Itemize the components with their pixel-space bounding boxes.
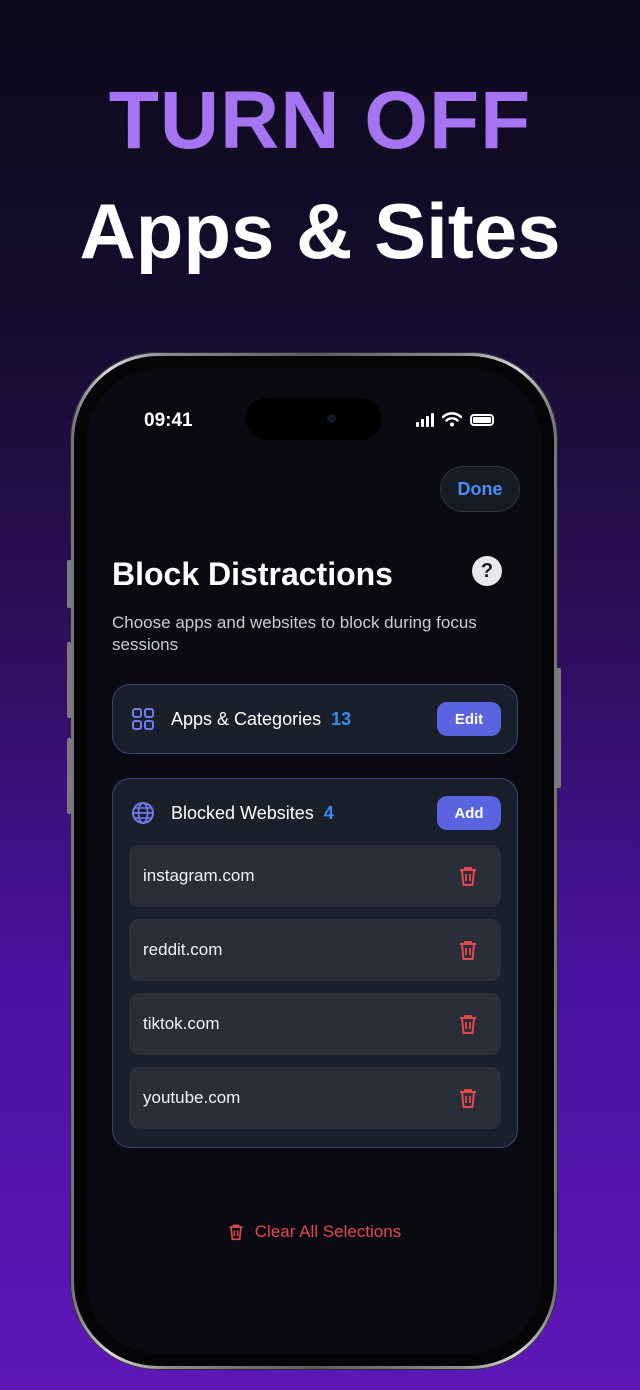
grid-icon (131, 707, 155, 731)
trash-icon[interactable] (457, 865, 479, 887)
help-button[interactable]: ? (472, 556, 502, 586)
phone-screen: 09:41 Done Block Distractions ? Choose a… (86, 368, 542, 1354)
apps-count-badge: 13 (331, 708, 352, 729)
dynamic-island (246, 398, 382, 440)
clear-all-button[interactable]: Clear All Selections (86, 1222, 542, 1242)
add-website-button[interactable]: Add (437, 796, 501, 830)
page-title: Block Distractions (112, 556, 393, 592)
clear-all-label: Clear All Selections (254, 1222, 402, 1241)
website-domain: instagram.com (143, 866, 255, 885)
apps-categories-row[interactable]: Apps & Categories 13 Edit (113, 685, 517, 753)
trash-icon[interactable] (457, 939, 479, 961)
website-row: reddit.com (129, 919, 501, 981)
blocked-websites-header: Blocked Websites 4 Add (113, 779, 517, 847)
page-subtitle: Choose apps and websites to block during… (112, 613, 477, 654)
apps-categories-card[interactable]: Apps & Categories 13 Edit (112, 684, 518, 754)
phone-frame: 09:41 Done Block Distractions ? Choose a… (70, 352, 558, 1370)
power-button (556, 668, 561, 788)
website-domain: reddit.com (143, 940, 223, 959)
website-row: youtube.com (129, 1067, 501, 1129)
wifi-icon (442, 412, 462, 427)
websites-count-badge: 4 (323, 802, 334, 823)
website-row: tiktok.com (129, 993, 501, 1055)
phone-bezel: 09:41 Done Block Distractions ? Choose a… (74, 356, 554, 1366)
trash-icon[interactable] (457, 1087, 479, 1109)
trash-icon (229, 1224, 243, 1241)
camera-icon (327, 414, 336, 423)
battery-icon (470, 413, 494, 426)
website-domain: youtube.com (143, 1088, 241, 1107)
hero-title-line2: Apps & Sites (79, 187, 561, 275)
apps-categories-label: Apps & Categories 13 (171, 708, 352, 729)
status-time: 09:41 (144, 410, 193, 431)
trash-icon[interactable] (457, 1013, 479, 1035)
globe-icon (131, 801, 155, 825)
blocked-websites-card: Blocked Websites 4 Add instagram.com redd… (112, 778, 518, 1148)
website-domain: tiktok.com (143, 1014, 220, 1033)
edit-apps-button[interactable]: Edit (437, 702, 501, 736)
done-button[interactable]: Done (440, 466, 520, 512)
status-icons (416, 412, 494, 427)
hero-title-line1: TURN OFF (108, 75, 532, 166)
blocked-websites-label: Blocked Websites 4 (171, 802, 334, 823)
signal-icon (416, 412, 434, 427)
website-row: instagram.com (129, 845, 501, 907)
action-button (67, 560, 72, 608)
volume-down-button (67, 738, 72, 814)
volume-up-button (67, 642, 72, 718)
